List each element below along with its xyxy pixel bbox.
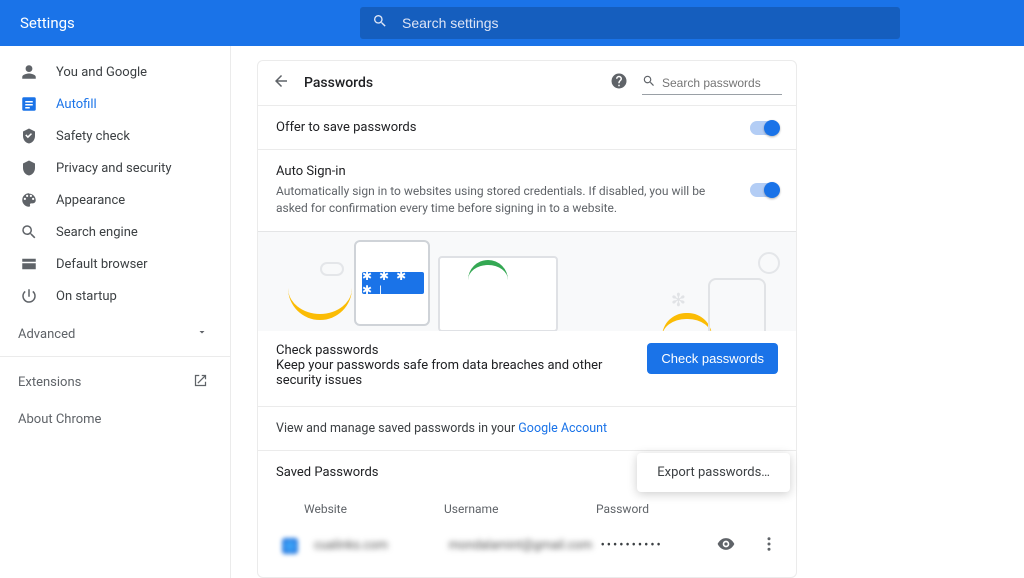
- check-passwords-title: Check passwords: [276, 343, 633, 358]
- auto-signin-section: Auto Sign-in Automatically sign in to we…: [258, 149, 796, 231]
- column-username: Username: [444, 502, 586, 516]
- power-icon: [20, 287, 38, 305]
- search-passwords-input[interactable]: [662, 76, 782, 90]
- column-website: Website: [304, 502, 434, 516]
- auto-signin-desc: Automatically sign in to websites using …: [276, 183, 734, 217]
- sidebar-item-appearance[interactable]: Appearance: [0, 184, 230, 216]
- autofill-icon: [20, 95, 38, 113]
- back-button[interactable]: [272, 72, 290, 94]
- password-row[interactable]: cualinks.com mondalamint@gmail.com •••••…: [276, 534, 778, 558]
- sidebar-item-label: You and Google: [56, 65, 147, 80]
- show-password-icon[interactable]: [716, 534, 736, 558]
- sidebar-item-autofill[interactable]: Autofill: [0, 88, 230, 120]
- sidebar-item-label: Safety check: [56, 129, 130, 144]
- advanced-toggle[interactable]: Advanced: [0, 312, 230, 352]
- open-external-icon: [193, 373, 208, 392]
- check-passwords-desc: Keep your passwords safe from data breac…: [276, 358, 633, 388]
- google-account-link[interactable]: Google Account: [518, 421, 607, 436]
- sidebar-item-about[interactable]: About Chrome: [0, 402, 230, 437]
- search-icon: [372, 13, 388, 33]
- cell-website: cualinks.com: [314, 538, 439, 553]
- search-icon: [20, 223, 38, 241]
- offer-save-toggle[interactable]: [750, 121, 778, 135]
- sidebar-item-label: Appearance: [56, 193, 125, 208]
- more-actions-icon[interactable]: [760, 535, 778, 557]
- shield-check-icon: [20, 127, 38, 145]
- sidebar-item-label: Default browser: [56, 257, 148, 272]
- sidebar-item-on-startup[interactable]: On startup: [0, 280, 230, 312]
- sidebar-item-search-engine[interactable]: Search engine: [0, 216, 230, 248]
- auto-signin-toggle[interactable]: [750, 183, 778, 197]
- page-title: Passwords: [304, 75, 596, 91]
- sidebar-item-default-browser[interactable]: Default browser: [0, 248, 230, 280]
- extensions-label: Extensions: [18, 375, 81, 390]
- column-password: Password: [596, 502, 706, 516]
- search-passwords[interactable]: [642, 71, 782, 95]
- chevron-down-icon: [196, 326, 208, 342]
- password-badge-graphic: ✱ ✱ ✱ ✱ |: [362, 272, 424, 294]
- offer-save-label: Offer to save passwords: [276, 120, 734, 135]
- passwords-card: Passwords Offer to save passwords Auto S…: [257, 60, 797, 578]
- sidebar-item-extensions[interactable]: Extensions: [0, 363, 230, 402]
- palette-icon: [20, 191, 38, 209]
- settings-sidebar: You and Google Autofill Safety check Pri…: [0, 46, 230, 578]
- advanced-label: Advanced: [18, 327, 75, 342]
- view-manage-prefix: View and manage saved passwords in your: [276, 421, 518, 436]
- browser-icon: [20, 255, 38, 273]
- app-title: Settings: [20, 14, 360, 32]
- global-search-input[interactable]: [402, 15, 888, 31]
- site-favicon: [282, 538, 298, 554]
- sidebar-item-label: Privacy and security: [56, 161, 172, 176]
- divider: [0, 356, 230, 357]
- sidebar-item-label: On startup: [56, 289, 117, 304]
- sidebar-item-privacy[interactable]: Privacy and security: [0, 152, 230, 184]
- search-icon: [642, 74, 656, 92]
- about-label: About Chrome: [18, 412, 101, 427]
- check-passwords-button[interactable]: Check passwords: [647, 343, 778, 374]
- sidebar-item-label: Autofill: [56, 97, 97, 112]
- sidebar-item-safety-check[interactable]: Safety check: [0, 120, 230, 152]
- check-illustration: ✱ ✱ ✱ ✱ | ✻: [258, 231, 796, 331]
- help-icon[interactable]: [610, 72, 628, 94]
- sidebar-item-label: Search engine: [56, 225, 138, 240]
- cell-username: mondalamint@gmail.com: [449, 538, 591, 553]
- person-icon: [20, 63, 38, 81]
- cell-password: ••••••••••: [601, 538, 706, 553]
- offer-save-section: Offer to save passwords: [258, 105, 796, 149]
- view-manage-text: View and manage saved passwords in your …: [258, 406, 796, 450]
- sidebar-item-you-and-google[interactable]: You and Google: [0, 56, 230, 88]
- auto-signin-label: Auto Sign-in: [276, 164, 734, 179]
- export-passwords-menu-item[interactable]: Export passwords…: [637, 453, 790, 492]
- shield-icon: [20, 159, 38, 177]
- global-search[interactable]: [360, 7, 900, 39]
